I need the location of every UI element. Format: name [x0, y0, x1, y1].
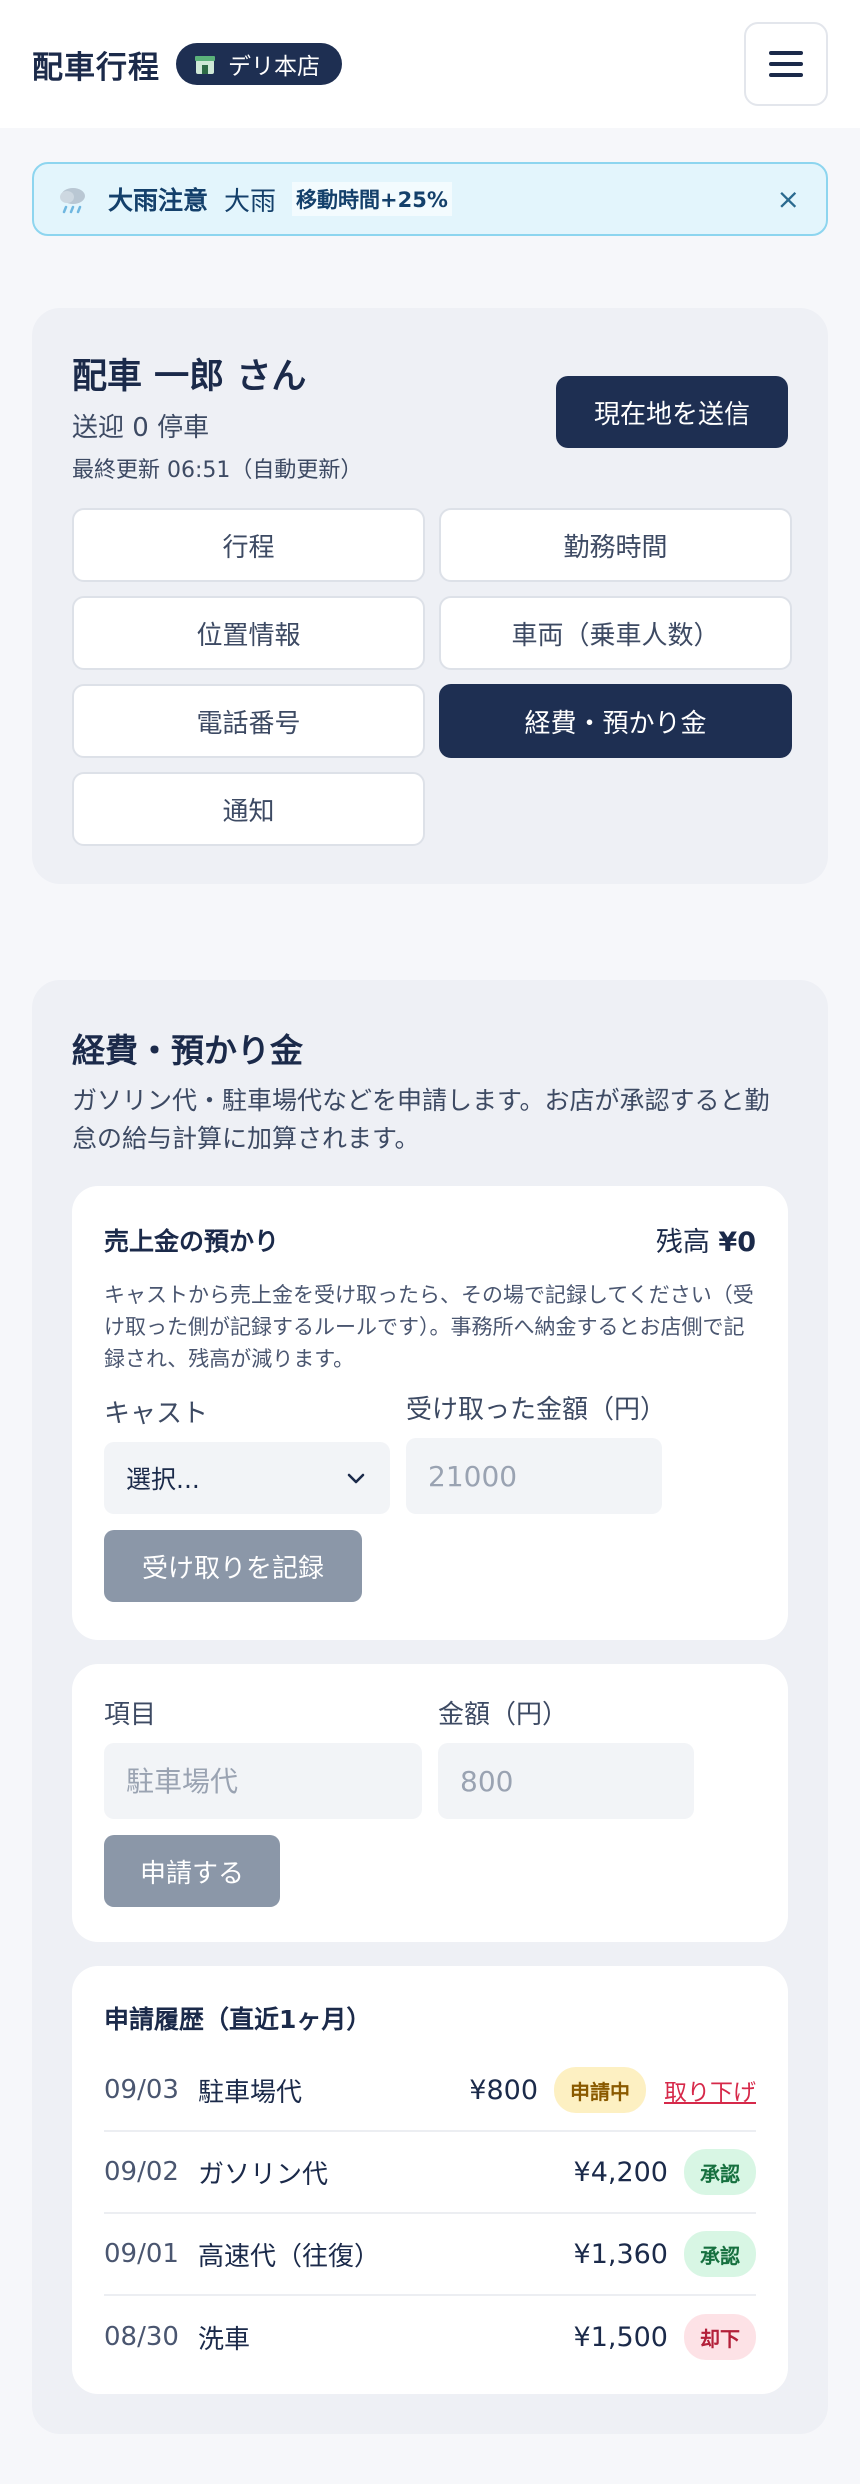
- expense-description: ガソリン代・駐車場代などを申請します。お店が承認すると勤怠の給与計算に加算されま…: [72, 1086, 770, 1153]
- status-badge: 承認: [684, 2149, 756, 2195]
- balance-amount: ¥0: [718, 1227, 756, 1258]
- driver-card: 配車 一郎 さん 送迎 0 停車 最終更新 06:51（自動更新） 現在地を送信…: [32, 308, 828, 884]
- alert-text: 大雨: [224, 186, 277, 217]
- send-location-button[interactable]: 現在地を送信: [556, 376, 788, 448]
- claim-amount-field: 金額（円）: [438, 1694, 694, 1819]
- cast-select-value: 選択...: [126, 1465, 200, 1494]
- balance-label: 残高: [655, 1227, 719, 1258]
- page: 配車行程 デリ本店 大雨注意 大雨 移動時間+25% × 配車 一郎 さん 送迎…: [0, 0, 860, 2484]
- cast-field: キャスト 選択...: [104, 1393, 390, 1514]
- app-header: 配車行程 デリ本店: [0, 0, 860, 128]
- row-item: 高速代（往復）: [198, 2241, 381, 2272]
- tab-grid: 行程 勤務時間 位置情報 車両（乗車人数） 電話番号 経費・預かり金 通知: [72, 508, 792, 846]
- tab-location[interactable]: 位置情報: [72, 596, 425, 670]
- status-badge: 承認: [684, 2231, 756, 2277]
- table-row: 08/30 洗車 ¥1,500 却下: [104, 2296, 756, 2378]
- row-date: 09/03: [104, 2075, 179, 2105]
- table-row: 09/03 駐車場代 ¥800 申請中 取り下げ: [104, 2050, 756, 2132]
- last-updated: 最終更新 06:51（自動更新）: [72, 458, 363, 483]
- history-title: 申請履歴（直近1ヶ月）: [104, 2005, 372, 2034]
- claim-amount-input[interactable]: [438, 1743, 694, 1819]
- store-icon: [192, 51, 218, 77]
- table-row: 09/02 ガソリン代 ¥4,200 承認: [104, 2132, 756, 2214]
- deposit-panel: 売上金の預かり 残高 ¥0 キャストから売上金を受け取ったら、その場で記録してく…: [72, 1186, 788, 1640]
- received-amount-label: 受け取った金額（円）: [406, 1395, 667, 1425]
- hamburger-menu-button[interactable]: [744, 22, 828, 106]
- expense-card: 経費・預かり金 ガソリン代・駐車場代などを申請します。お店が承認すると勤怠の給与…: [32, 980, 828, 2434]
- tab-notifications[interactable]: 通知: [72, 772, 425, 846]
- deposit-note: キャストから売上金を受け取ったら、その場で記録してください（受け取った側が記録す…: [104, 1283, 754, 1371]
- close-icon[interactable]: ×: [777, 183, 800, 216]
- cast-select[interactable]: 選択...: [104, 1442, 390, 1514]
- row-item: ガソリン代: [198, 2159, 329, 2190]
- store-badge[interactable]: デリ本店: [176, 43, 342, 85]
- row-amount: ¥1,500: [573, 2321, 668, 2353]
- tab-phone[interactable]: 電話番号: [72, 684, 425, 758]
- tab-vehicle[interactable]: 車両（乗車人数）: [439, 596, 792, 670]
- alert-travel-time-tag: 移動時間+25%: [292, 182, 452, 216]
- brand: 配車行程 デリ本店: [32, 42, 342, 87]
- tab-work-hours[interactable]: 勤務時間: [439, 508, 792, 582]
- row-date: 08/30: [104, 2322, 179, 2352]
- menu-icon-bar: [769, 62, 803, 66]
- rain-cloud-icon: [56, 182, 90, 216]
- claim-panel: 項目 金額（円） 申請する: [72, 1664, 788, 1942]
- weather-alert: 大雨注意 大雨 移動時間+25% ×: [32, 162, 828, 236]
- page-title: 配車行程: [32, 49, 160, 86]
- item-label: 項目: [104, 1700, 157, 1730]
- cast-label: キャスト: [104, 1399, 209, 1429]
- tab-expenses[interactable]: 経費・預かり金: [439, 684, 792, 758]
- balance: 残高 ¥0: [656, 1220, 756, 1259]
- item-field: 項目: [104, 1694, 422, 1819]
- item-input[interactable]: [104, 1743, 422, 1819]
- alert-title: 大雨注意: [108, 186, 209, 215]
- menu-icon-bar: [769, 73, 803, 77]
- history-panel: 申請履歴（直近1ヶ月） 09/03 駐車場代 ¥800 申請中 取り下げ 09/…: [72, 1966, 788, 2394]
- row-amount: ¥4,200: [573, 2156, 668, 2188]
- expense-title: 経費・預かり金: [72, 1031, 303, 1070]
- withdraw-link[interactable]: 取り下げ: [664, 2073, 756, 2107]
- submit-claim-button[interactable]: 申請する: [104, 1835, 280, 1907]
- table-row: 09/01 高速代（往復） ¥1,360 承認: [104, 2214, 756, 2296]
- claim-amount-label: 金額（円）: [438, 1700, 569, 1730]
- deposit-title: 売上金の預かり: [104, 1226, 280, 1256]
- row-item: 洗車: [198, 2324, 251, 2355]
- menu-icon: [769, 51, 803, 55]
- record-receipt-button[interactable]: 受け取りを記録: [104, 1530, 362, 1602]
- status-badge: 申請中: [554, 2067, 646, 2113]
- deposit-fields: キャスト 選択... 受け取った金額（円）: [104, 1389, 756, 1514]
- row-date: 09/02: [104, 2157, 179, 2187]
- row-amount: ¥1,360: [573, 2238, 668, 2270]
- row-date: 09/01: [104, 2239, 179, 2269]
- row-amount: ¥800: [469, 2074, 538, 2106]
- received-amount-field: 受け取った金額（円）: [406, 1389, 666, 1514]
- claim-fields: 項目 金額（円）: [104, 1694, 756, 1819]
- row-item: 駐車場代: [198, 2077, 303, 2108]
- status-badge: 却下: [684, 2314, 756, 2360]
- deposit-header: 売上金の預かり 残高 ¥0: [104, 1220, 756, 1259]
- received-amount-input[interactable]: [406, 1438, 662, 1514]
- store-name: デリ本店: [228, 54, 320, 80]
- chevron-down-icon: [344, 1466, 368, 1490]
- tab-itinerary[interactable]: 行程: [72, 508, 425, 582]
